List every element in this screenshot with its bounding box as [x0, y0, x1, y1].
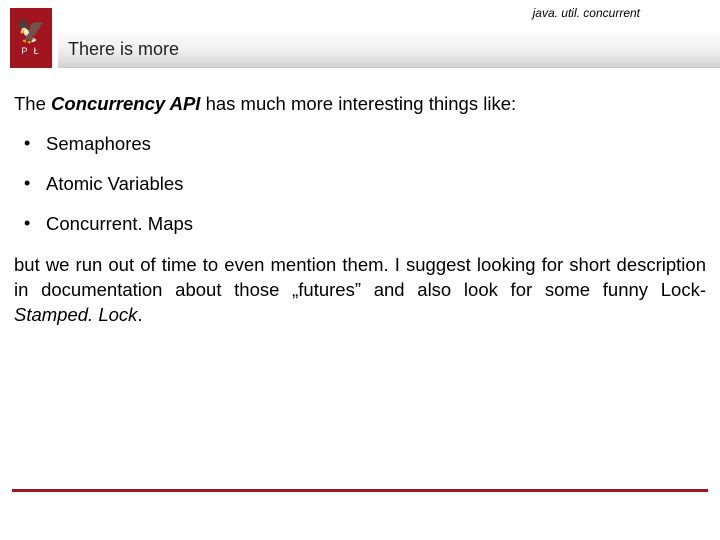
logo-letters: P Ł — [21, 46, 40, 56]
para-main: but we run out of time to even mention t… — [14, 254, 706, 300]
intro-prefix: The — [14, 93, 51, 114]
closing-paragraph: but we run out of time to even mention t… — [14, 253, 706, 328]
package-label: java. util. concurrent — [533, 6, 640, 20]
intro-suffix: has much more interesting things like: — [200, 93, 516, 114]
slide-header: 🦅 P Ł java. util. concurrent There is mo… — [0, 0, 720, 75]
intro-line: The Concurrency API has much more intere… — [14, 93, 706, 115]
stamped-lock: Stamped. Lock — [14, 304, 137, 325]
list-item: Concurrent. Maps — [24, 213, 706, 235]
footer-rule — [12, 489, 708, 492]
institution-logo: 🦅 P Ł — [10, 8, 52, 68]
slide-content: The Concurrency API has much more intere… — [0, 75, 720, 328]
eagle-icon: 🦅 — [16, 20, 46, 44]
bullet-list: Semaphores Atomic Variables Concurrent. … — [14, 133, 706, 235]
list-item: Semaphores — [24, 133, 706, 155]
para-end: . — [137, 304, 142, 325]
title-bar: There is more — [58, 32, 720, 68]
api-name: Concurrency API — [51, 93, 200, 114]
list-item: Atomic Variables — [24, 173, 706, 195]
slide-title: There is more — [68, 39, 179, 60]
